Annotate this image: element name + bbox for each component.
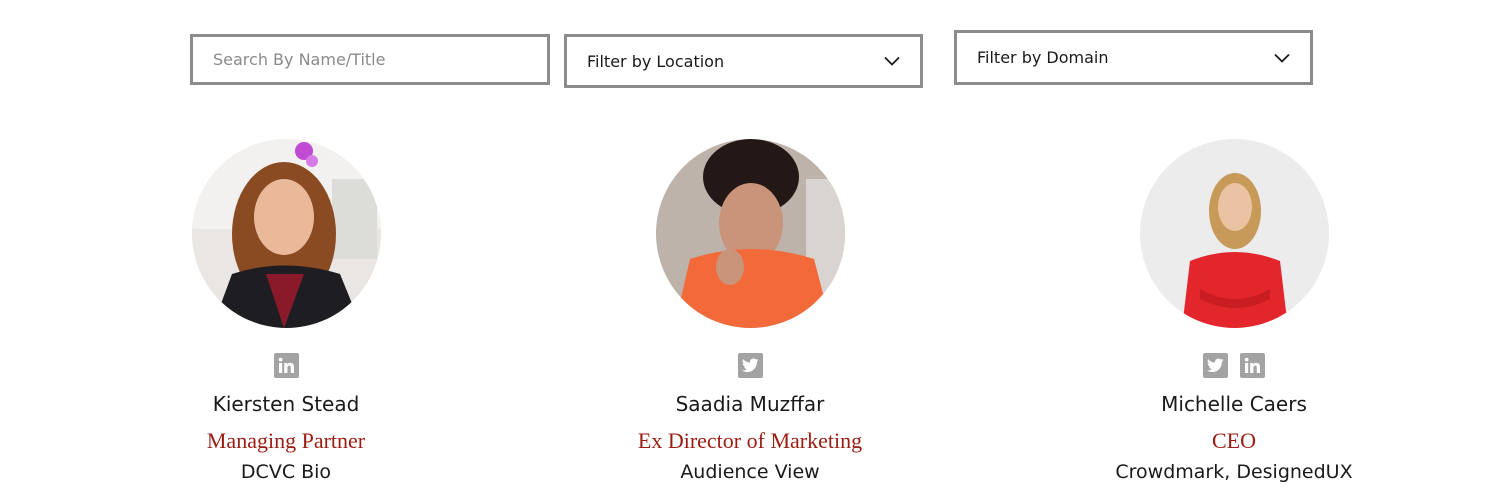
social-links xyxy=(1074,353,1394,378)
person-title: Managing Partner xyxy=(206,428,366,453)
person-organization: Crowdmark, DesignedUX xyxy=(1115,461,1353,483)
person-name: Kiersten Stead xyxy=(212,392,360,416)
domain-filter-dropdown[interactable]: Filter by Domain xyxy=(954,30,1313,85)
person-name: Saadia Muzffar xyxy=(675,392,825,416)
twitter-icon[interactable] xyxy=(737,353,763,378)
social-links xyxy=(590,353,910,378)
avatar[interactable] xyxy=(1139,139,1329,328)
profile-card: Kiersten Stead Managing Partner DCVC Bio xyxy=(126,139,446,484)
search-input[interactable] xyxy=(213,50,527,69)
social-links xyxy=(126,353,446,378)
location-filter-dropdown[interactable]: Filter by Location xyxy=(564,34,923,88)
chevron-down-icon xyxy=(1274,53,1290,63)
linkedin-icon[interactable] xyxy=(273,353,299,378)
person-organization: DCVC Bio xyxy=(240,461,332,483)
linkedin-icon[interactable] xyxy=(1240,353,1265,378)
location-filter-label: Filter by Location xyxy=(587,51,725,71)
profile-card: Saadia Muzffar Ex Director of Marketing … xyxy=(590,139,910,484)
person-name: Michelle Caers xyxy=(1161,392,1307,416)
chevron-down-icon xyxy=(884,56,900,66)
search-field[interactable] xyxy=(190,34,550,85)
domain-filter-label: Filter by Domain xyxy=(977,48,1109,67)
profile-card: Michelle Caers CEO Crowdmark, DesignedUX xyxy=(1074,139,1394,484)
twitter-icon[interactable] xyxy=(1203,353,1228,378)
person-title: Ex Director of Marketing xyxy=(637,428,863,453)
person-organization: Audience View xyxy=(680,461,820,483)
person-title: CEO xyxy=(1212,428,1256,453)
avatar[interactable] xyxy=(655,139,845,328)
avatar[interactable] xyxy=(191,139,381,328)
